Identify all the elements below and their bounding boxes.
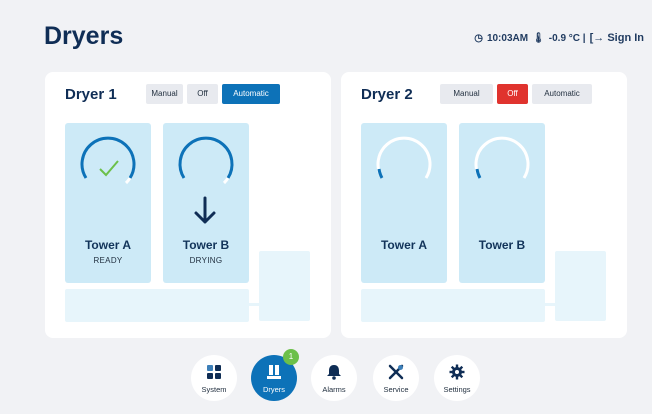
pipe-block: [65, 289, 249, 322]
tower-a[interactable]: Tower A READY: [65, 123, 151, 283]
pipe-connector: [249, 303, 259, 306]
notification-badge: 1: [283, 349, 299, 365]
bell-icon: [327, 365, 341, 380]
mode-selector: Manual Off Automatic: [440, 84, 592, 104]
manual-button[interactable]: Manual: [440, 84, 493, 104]
tower-b[interactable]: Tower B: [459, 123, 545, 283]
tools-icon: [388, 364, 404, 380]
clock-icon: ◷: [474, 32, 483, 44]
nav-service[interactable]: Service: [373, 355, 419, 401]
dryer-title: Dryer 2: [361, 86, 413, 103]
nav-label: System: [201, 385, 227, 394]
manual-button[interactable]: Manual: [146, 84, 183, 104]
tank-block: [259, 251, 310, 321]
automatic-button[interactable]: Automatic: [532, 84, 592, 104]
dryer-icon: [267, 365, 281, 379]
gauge-icon: [474, 136, 530, 179]
nav-settings[interactable]: Settings: [434, 355, 480, 401]
sign-in-label: Sign In: [607, 32, 644, 44]
pipe-block: [361, 289, 545, 322]
tower-status: READY: [93, 256, 123, 265]
thermometer-icon: 🌡: [532, 32, 545, 44]
mode-selector: Manual Off Automatic: [146, 84, 280, 104]
sign-in-button[interactable]: [→ Sign In: [590, 32, 644, 44]
dryer-1-panel: Dryer 1 Manual Off Automatic Tower A REA…: [45, 72, 331, 338]
bottom-nav: System Dryers 1 Alarms Service Settings: [0, 349, 652, 405]
time-display: 10:03AM: [486, 32, 529, 44]
gear-icon: [449, 364, 465, 380]
page-title: Dryers: [44, 22, 124, 50]
nav-label: Service: [383, 385, 409, 394]
nav-label: Dryers: [262, 385, 286, 394]
nav-system[interactable]: System: [191, 355, 237, 401]
pipe-connector: [545, 303, 555, 306]
tower-status: DRYING: [189, 256, 223, 265]
gauge-icon: [376, 136, 432, 179]
arrow-down-icon: [194, 196, 216, 224]
temperature-display: -0.9 °C |: [548, 32, 586, 44]
tower-a[interactable]: Tower A: [361, 123, 447, 283]
automatic-button[interactable]: Automatic: [222, 84, 280, 104]
tower-name: Tower A: [84, 238, 131, 252]
dryer-title: Dryer 1: [65, 86, 117, 103]
gauge-icon: [178, 136, 234, 185]
tower-b[interactable]: Tower B DRYING: [163, 123, 249, 283]
grid-icon: [207, 365, 221, 379]
status-bar: ◷ 10:03AM 🌡 -0.9 °C | [→ Sign In: [474, 32, 644, 44]
tower-name: Tower B: [478, 238, 526, 252]
dryer-2-panel: Dryer 2 Manual Off Automatic Tower A Tow…: [341, 72, 627, 338]
nav-label: Settings: [443, 385, 471, 394]
off-button[interactable]: Off: [187, 84, 218, 104]
nav-dryers[interactable]: Dryers 1: [251, 349, 299, 401]
nav-label: Alarms: [322, 385, 346, 394]
gauge-icon: [80, 136, 136, 185]
tower-name: Tower A: [380, 238, 427, 252]
sign-in-icon: [→: [589, 32, 605, 44]
nav-alarms[interactable]: Alarms: [311, 355, 357, 401]
off-button[interactable]: Off: [497, 84, 528, 104]
tower-name: Tower B: [182, 238, 230, 252]
tank-block: [555, 251, 606, 321]
